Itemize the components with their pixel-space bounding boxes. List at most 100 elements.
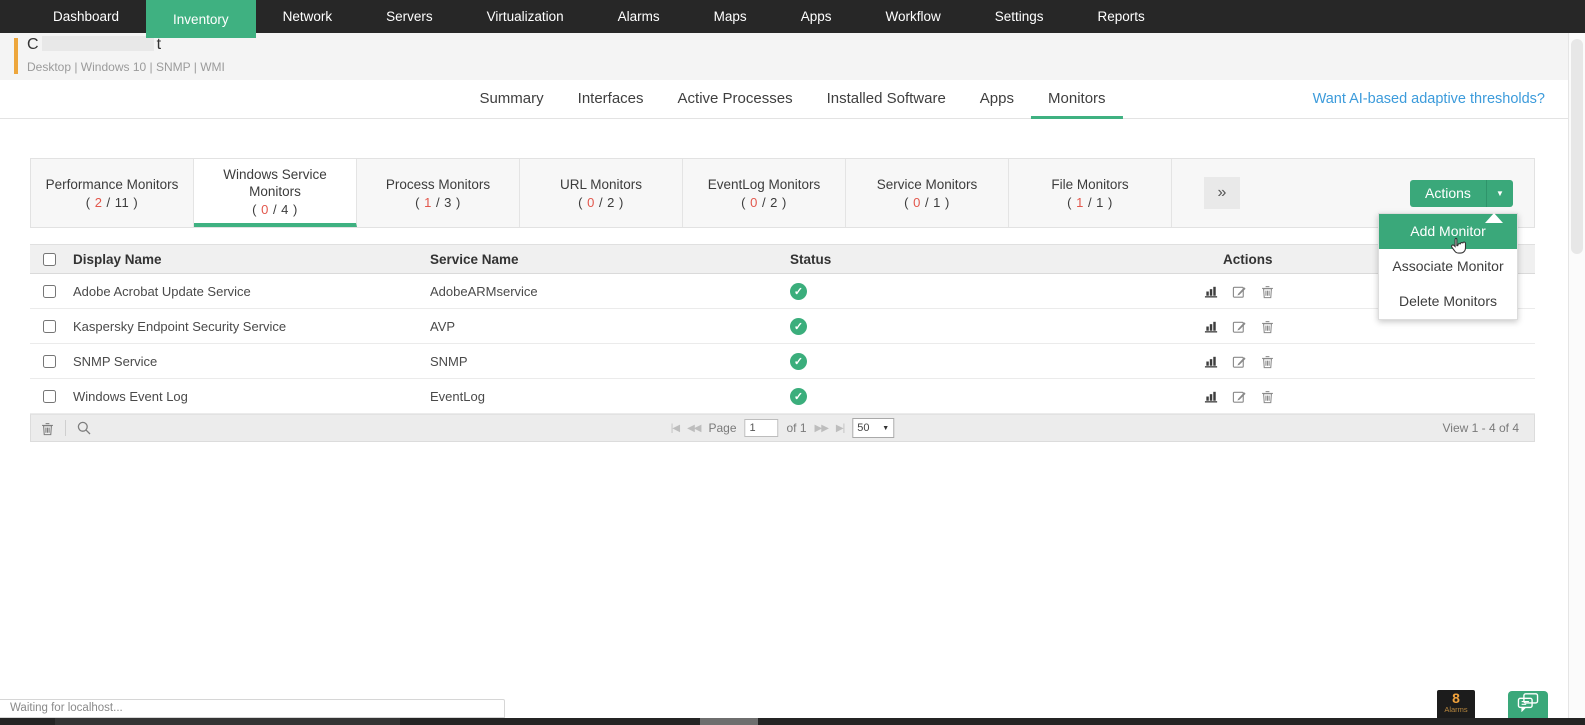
mtab-label: URL Monitors xyxy=(559,177,643,192)
edit-monitor-icon[interactable] xyxy=(1231,318,1248,335)
page-size-value: 50 xyxy=(857,422,870,434)
edit-monitor-icon[interactable] xyxy=(1231,283,1248,300)
page-of-label: of 1 xyxy=(786,421,807,435)
nav-servers[interactable]: Servers xyxy=(359,0,460,33)
taskbar-edge xyxy=(0,718,1585,725)
actions-button-label[interactable]: Actions xyxy=(1410,180,1487,207)
mtab-label: Windows Service Monitors xyxy=(223,166,327,199)
caret-down-icon: ▼ xyxy=(882,424,890,432)
mtab-process-monitors[interactable]: Process Monitors ( 1 / 3 ) xyxy=(357,159,520,227)
mtab-label: File Monitors xyxy=(1051,177,1129,192)
mtab-label: EventLog Monitors xyxy=(707,177,821,192)
monitor-graph-icon[interactable] xyxy=(1203,318,1220,335)
device-header: Ct Desktop | Windows 10 | SNMP | WMI xyxy=(0,33,1585,80)
service-monitors-table: Display Name Service Name Status Actions… xyxy=(30,244,1535,414)
nav-dashboard[interactable]: Dashboard xyxy=(26,0,146,33)
divider xyxy=(65,420,66,436)
row-checkbox[interactable] xyxy=(43,284,56,298)
device-name-end: t xyxy=(156,36,162,53)
mtab-label: Service Monitors xyxy=(876,177,978,192)
top-nav: Dashboard Inventory Network Servers Virt… xyxy=(0,0,1585,38)
nav-settings[interactable]: Settings xyxy=(968,0,1071,33)
delete-monitor-icon[interactable] xyxy=(1259,388,1276,405)
scrollbar[interactable] xyxy=(1568,33,1585,718)
row-checkbox[interactable] xyxy=(43,389,56,403)
view-range-label: View 1 - 4 of 4 xyxy=(1442,421,1520,435)
row-checkbox[interactable] xyxy=(43,319,56,333)
monitor-graph-icon[interactable] xyxy=(1203,388,1220,405)
nav-inventory[interactable]: Inventory xyxy=(146,0,256,38)
table-row: SNMP Service SNMP ✓ xyxy=(30,344,1535,379)
alarms-badge[interactable]: 8 Alarms xyxy=(1437,690,1475,718)
mtab-label: Performance Monitors xyxy=(45,177,179,192)
monitor-graph-icon[interactable] xyxy=(1203,353,1220,370)
monitor-graph-icon[interactable] xyxy=(1203,283,1220,300)
tab-installed-software[interactable]: Installed Software xyxy=(810,80,963,119)
mtab-file-monitors[interactable]: File Monitors ( 1 / 1 ) xyxy=(1009,159,1172,227)
header-status: Status xyxy=(790,251,832,267)
mtab-service-monitors[interactable]: Service Monitors ( 0 / 1 ) xyxy=(846,159,1009,227)
status-up-icon: ✓ xyxy=(790,387,807,405)
alarms-count: 8 xyxy=(1452,690,1460,706)
page-number-input[interactable] xyxy=(744,419,779,437)
mtab-count: ( 0 / 2 ) xyxy=(578,195,624,210)
tab-active-processes[interactable]: Active Processes xyxy=(661,80,810,119)
nav-network[interactable]: Network xyxy=(256,0,360,33)
pager-prev-button[interactable]: ◀◀ xyxy=(687,423,701,434)
monitor-tabs-panel: Performance Monitors ( 2 / 11 ) Windows … xyxy=(30,158,1535,228)
mtab-count: ( 1 / 3 ) xyxy=(415,195,461,210)
mouse-cursor-icon xyxy=(1448,236,1468,263)
mtab-eventlog-monitors[interactable]: EventLog Monitors ( 0 / 2 ) xyxy=(683,159,846,227)
service-name-cell: AVP xyxy=(430,318,456,334)
tab-interfaces[interactable]: Interfaces xyxy=(561,80,661,119)
mtab-url-monitors[interactable]: URL Monitors ( 0 / 2 ) xyxy=(520,159,683,227)
scrollbar-thumb[interactable] xyxy=(1571,39,1583,254)
nav-alarms[interactable]: Alarms xyxy=(591,0,687,33)
select-all-checkbox[interactable] xyxy=(43,252,56,266)
device-name: Ct xyxy=(27,36,161,54)
pager-last-button[interactable]: ▶| xyxy=(836,423,845,434)
tab-monitors[interactable]: Monitors xyxy=(1031,80,1123,119)
nav-workflow[interactable]: Workflow xyxy=(858,0,967,33)
nav-apps[interactable]: Apps xyxy=(774,0,859,33)
pager-first-button[interactable]: |◀ xyxy=(671,423,680,434)
nav-reports[interactable]: Reports xyxy=(1071,0,1172,33)
edit-monitor-icon[interactable] xyxy=(1231,353,1248,370)
edit-monitor-icon[interactable] xyxy=(1231,388,1248,405)
alarms-label: Alarms xyxy=(1444,705,1468,714)
delete-monitor-icon[interactable] xyxy=(1259,283,1276,300)
table-header-row: Display Name Service Name Status Actions xyxy=(30,244,1535,274)
mtab-count: ( 0 / 1 ) xyxy=(904,195,950,210)
tab-summary[interactable]: Summary xyxy=(462,80,560,119)
mtab-windows-service-monitors[interactable]: Windows Service Monitors ( 0 / 4 ) xyxy=(194,159,357,227)
more-monitor-tabs-button[interactable]: » xyxy=(1204,177,1240,209)
delete-selected-icon[interactable] xyxy=(39,420,56,437)
browser-status-text: Waiting for localhost... xyxy=(0,699,505,718)
status-up-icon: ✓ xyxy=(790,282,807,300)
table-row: Adobe Acrobat Update Service AdobeARMser… xyxy=(30,274,1535,309)
page-label: Page xyxy=(708,421,737,435)
tab-apps[interactable]: Apps xyxy=(963,80,1031,119)
chat-icon xyxy=(1516,692,1540,717)
menu-item-delete-monitors[interactable]: Delete Monitors xyxy=(1379,284,1517,319)
actions-button[interactable]: Actions ▼ xyxy=(1410,180,1513,207)
service-name-cell: SNMP xyxy=(430,353,468,369)
nav-virtualization[interactable]: Virtualization xyxy=(460,0,591,33)
live-chat-button[interactable] xyxy=(1508,691,1548,718)
mtab-performance-monitors[interactable]: Performance Monitors ( 2 / 11 ) xyxy=(31,159,194,227)
mtab-count: ( 0 / 4 ) xyxy=(252,201,298,217)
service-name-cell: AdobeARMservice xyxy=(430,283,538,299)
device-status-bar xyxy=(14,38,18,74)
delete-monitor-icon[interactable] xyxy=(1259,353,1276,370)
row-checkbox[interactable] xyxy=(43,354,56,368)
page-size-select[interactable]: 50 ▼ xyxy=(852,418,895,438)
pager-next-button[interactable]: ▶▶ xyxy=(815,423,829,434)
display-name-cell: Windows Event Log xyxy=(73,388,188,404)
actions-caret-button[interactable]: ▼ xyxy=(1486,180,1513,207)
delete-monitor-icon[interactable] xyxy=(1259,318,1276,335)
service-name-cell: EventLog xyxy=(430,388,485,404)
nav-maps[interactable]: Maps xyxy=(687,0,774,33)
dropdown-notch xyxy=(1485,213,1503,223)
ai-thresholds-link[interactable]: Want AI-based adaptive thresholds? xyxy=(1313,80,1545,118)
search-icon[interactable] xyxy=(75,420,92,437)
